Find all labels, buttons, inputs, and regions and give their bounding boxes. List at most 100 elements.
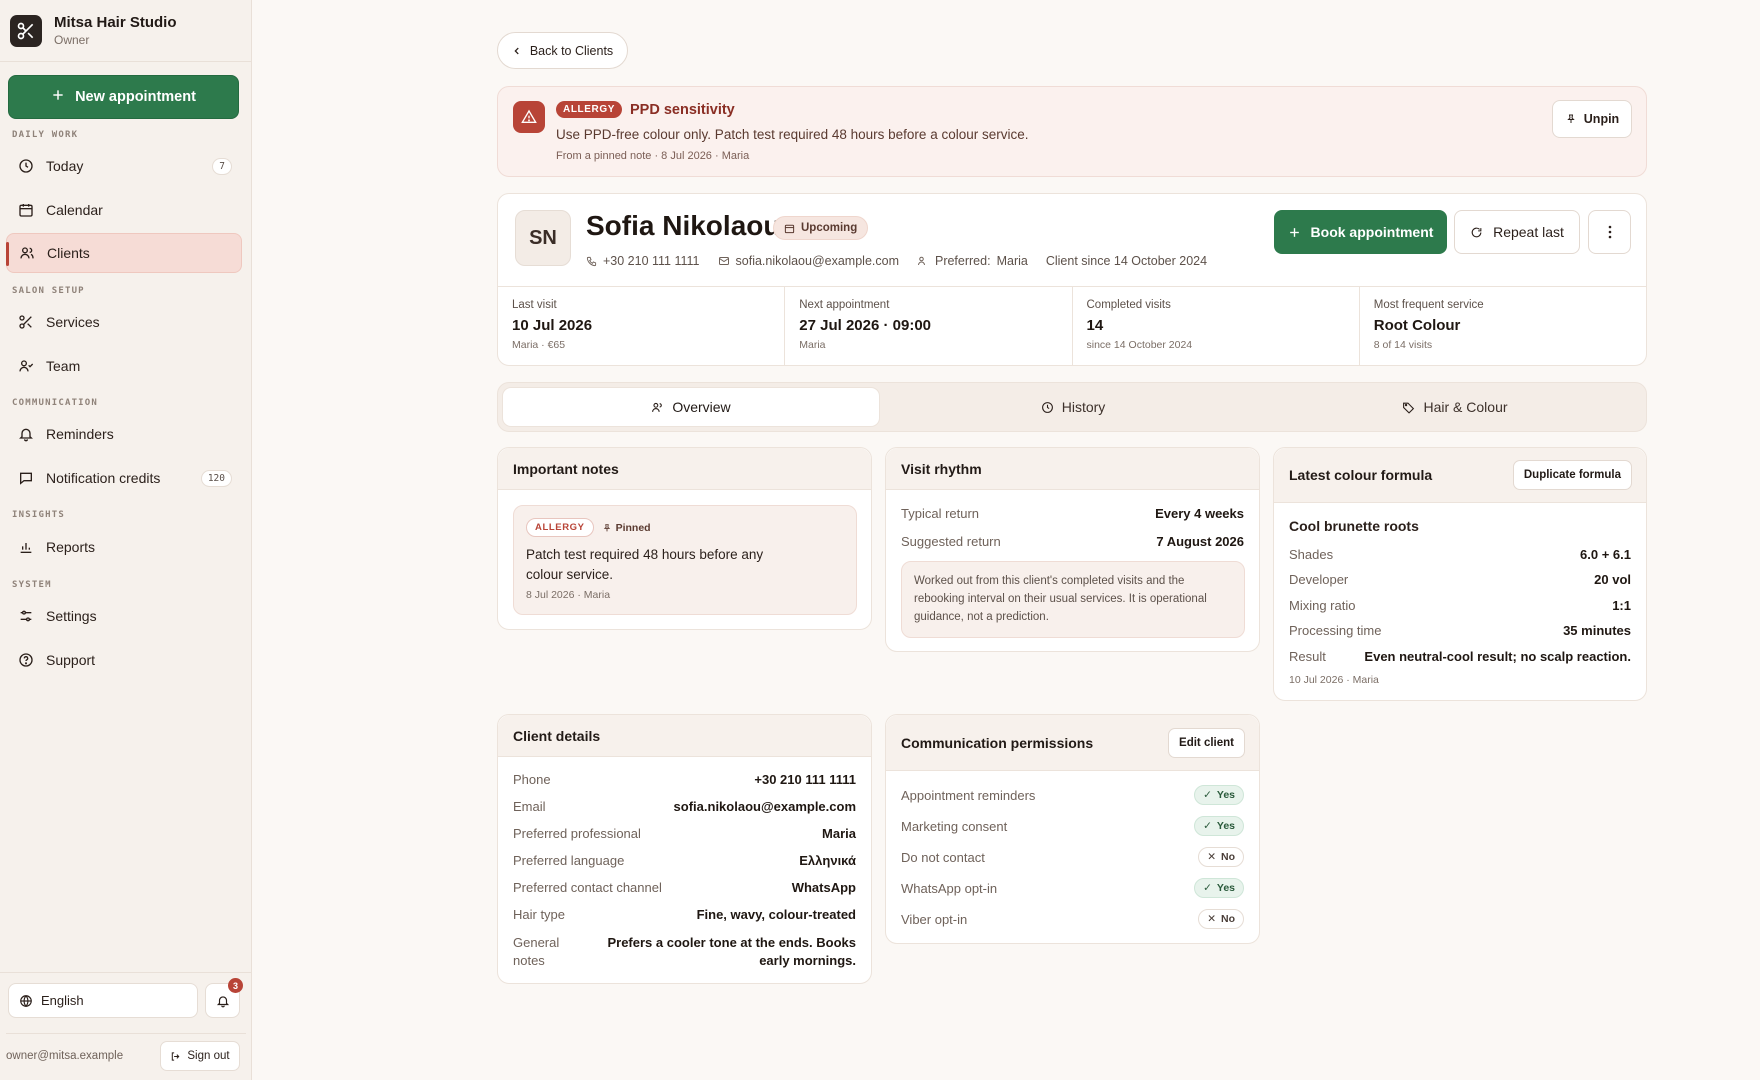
stat-sub: 8 of 14 visits xyxy=(1373,339,1433,351)
stat-completed-visits: Completed visits 14 since 14 October 202… xyxy=(1073,287,1360,366)
sidebar-item-clients[interactable]: Clients xyxy=(6,233,242,273)
section-daily-work: DAILY WORK xyxy=(12,130,79,140)
language-value: English xyxy=(41,993,84,1008)
divider xyxy=(0,972,252,973)
credits-count-badge: 120 xyxy=(200,469,232,487)
pinned-note[interactable]: ALLERGY Pinned Patch test required 48 ho… xyxy=(513,505,857,615)
allergy-badge: ALLERGY xyxy=(556,101,622,118)
sidebar-item-reminders[interactable]: Reminders xyxy=(6,414,242,454)
row-label: Suggested return xyxy=(901,534,1001,549)
sidebar-item-team[interactable]: Team xyxy=(6,346,242,386)
tab-hair-colour[interactable]: Hair & Colour xyxy=(1266,387,1644,427)
tab-label: Hair & Colour xyxy=(1423,399,1508,415)
check-icon: ✓ xyxy=(1203,820,1212,832)
repeat-label: Repeat last xyxy=(1493,224,1564,240)
check-icon: ✓ xyxy=(1203,789,1212,801)
detail-row: Hair type Fine, wavy, colour-treated xyxy=(513,907,856,922)
brand[interactable]: Mitsa Hair Studio Owner xyxy=(0,0,251,62)
stat-label: Next appointment xyxy=(799,299,890,311)
tab-bar: Overview History Hair & Colour xyxy=(497,382,1647,432)
edit-client-button[interactable]: Edit client xyxy=(1168,727,1245,758)
formula-row: Developer 20 vol xyxy=(1289,572,1631,587)
row-label: Appointment reminders xyxy=(901,787,1036,803)
sidebar-item-today[interactable]: Today 7 xyxy=(6,146,242,186)
avatar: SN xyxy=(515,210,571,266)
mail-icon xyxy=(718,257,729,265)
globe-icon xyxy=(20,994,32,1007)
row-value: 6.0 + 6.1 xyxy=(1580,547,1631,562)
detail-row: Preferred professional Maria xyxy=(513,826,856,841)
row-value: 7 August 2026 xyxy=(1156,534,1244,549)
typical-return-row: Typical return Every 4 weeks xyxy=(901,506,1244,521)
book-appointment-button[interactable]: Book appointment xyxy=(1274,210,1447,254)
detail-row: Preferred contact channel WhatsApp xyxy=(513,880,856,895)
row-value: Maria xyxy=(822,826,856,841)
row-label: Phone xyxy=(513,772,551,787)
detail-row: Email sofia.nikolaou@example.com xyxy=(513,799,856,814)
sidebar-item-notification-credits[interactable]: Notification credits 120 xyxy=(6,458,242,498)
sidebar-item-label: Team xyxy=(46,358,81,374)
formula-meta: 10 Jul 2026 · Maria xyxy=(1289,674,1379,686)
sidebar-item-settings[interactable]: Settings xyxy=(6,596,242,636)
scissors-logo-icon xyxy=(10,14,42,47)
note-text: Patch test required 48 hours before any … xyxy=(526,547,764,582)
permission-value: Yes xyxy=(1216,789,1235,801)
client-email-text: sofia.nikolaou@example.com xyxy=(735,254,899,268)
client-details-card: Client details Phone +30 210 111 1111 Em… xyxy=(497,714,872,984)
client-phone[interactable]: +30 210 111 1111 xyxy=(586,254,700,268)
allergy-title: PPD sensitivity xyxy=(629,101,735,118)
tab-overview[interactable]: Overview xyxy=(502,387,880,427)
unpin-button[interactable]: Unpin xyxy=(1552,100,1632,138)
sidebar-item-reports[interactable]: Reports xyxy=(6,527,242,567)
back-to-clients-button[interactable]: Back to Clients xyxy=(497,32,628,69)
allergy-badge: ALLERGY xyxy=(526,518,594,537)
users-icon xyxy=(652,402,663,412)
sidebar-item-label: Notification credits xyxy=(46,470,161,486)
row-label: Preferred professional xyxy=(513,826,641,841)
refresh-icon xyxy=(1471,227,1482,237)
client-preferred: Preferred: Maria xyxy=(917,254,1028,268)
row-label: Typical return xyxy=(901,506,980,521)
bar-chart-icon xyxy=(20,543,32,553)
scissors-icon xyxy=(19,315,32,329)
phone-icon xyxy=(586,256,597,266)
sign-out-button[interactable]: Sign out xyxy=(160,1041,240,1071)
section-system: SYSTEM xyxy=(12,580,52,590)
sliders-icon xyxy=(20,610,32,622)
stat-sub: since 14 October 2024 xyxy=(1086,339,1193,351)
client-email[interactable]: sofia.nikolaou@example.com xyxy=(718,254,899,268)
permission-status-badge: ✕ No xyxy=(1198,909,1244,929)
x-icon: ✕ xyxy=(1207,851,1216,863)
duplicate-formula-button[interactable]: Duplicate formula xyxy=(1512,460,1632,490)
formula-row: Shades 6.0 + 6.1 xyxy=(1289,547,1631,562)
tab-history[interactable]: History xyxy=(884,387,1262,427)
notifications-button[interactable]: 3 xyxy=(205,978,243,1018)
pinned-tag: Pinned xyxy=(602,522,651,534)
language-select[interactable]: English xyxy=(8,983,198,1018)
divider xyxy=(6,1033,246,1034)
sidebar-item-label: Settings xyxy=(46,608,97,624)
more-options-button[interactable] xyxy=(1588,210,1631,254)
allergy-meta: From a pinned note · 8 Jul 2026 · Maria xyxy=(556,150,750,162)
sidebar-item-label: Calendar xyxy=(46,202,103,218)
plus-icon xyxy=(51,88,65,106)
sidebar: Mitsa Hair Studio Owner New appointment … xyxy=(0,0,252,1080)
row-value: +30 210 111 1111 xyxy=(754,772,856,787)
card-title: Client details xyxy=(498,715,871,757)
permission-value: Yes xyxy=(1216,820,1235,832)
row-label: Marketing consent xyxy=(901,818,1008,834)
row-value: Ελληνικά xyxy=(799,853,856,868)
permission-row: Viber opt-in ✕ No xyxy=(901,909,1244,929)
sidebar-item-support[interactable]: Support xyxy=(6,640,242,680)
sidebar-item-services[interactable]: Services xyxy=(6,302,242,342)
repeat-last-button[interactable]: Repeat last xyxy=(1454,210,1580,254)
sidebar-item-label: Services xyxy=(46,314,100,330)
new-appointment-button[interactable]: New appointment xyxy=(8,75,239,119)
permission-row: Do not contact ✕ No xyxy=(901,847,1244,867)
users-icon xyxy=(20,247,34,259)
bell-icon xyxy=(216,995,229,1007)
sidebar-item-calendar[interactable]: Calendar xyxy=(6,190,242,230)
card-header: Latest colour formula Duplicate formula xyxy=(1274,448,1646,503)
user-check-icon xyxy=(19,360,34,372)
row-value: Even neutral-cool result; no scalp react… xyxy=(1364,649,1631,664)
